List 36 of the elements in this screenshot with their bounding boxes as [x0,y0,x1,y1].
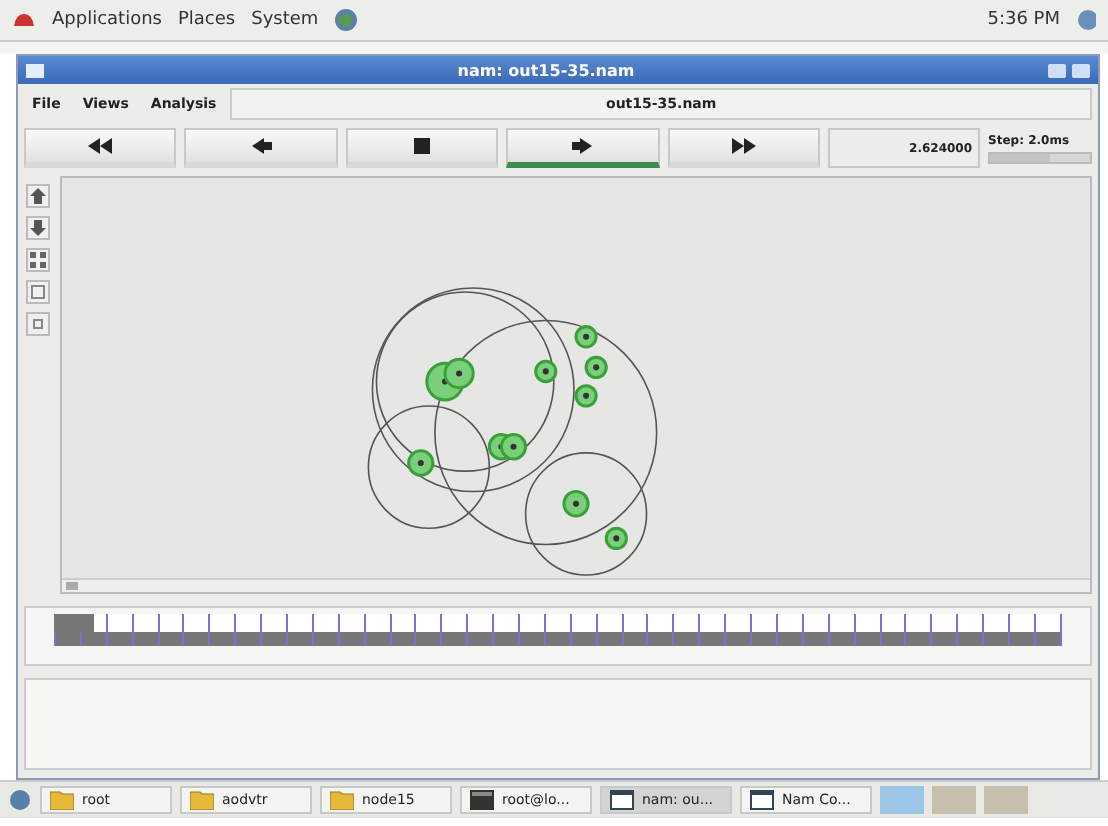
window-menu-icon[interactable] [26,63,44,77]
terminal-icon [470,790,494,810]
playback-button[interactable] [184,128,338,168]
timeline[interactable] [54,614,1062,646]
globe-icon[interactable] [8,788,32,812]
playback-button[interactable] [24,128,177,168]
square-icon[interactable] [26,312,50,336]
maximize-button[interactable] [1072,63,1090,77]
workspace-switcher[interactable] [880,786,924,814]
panel-menu[interactable]: Places [177,10,236,30]
folder-icon [330,790,354,810]
hat-icon[interactable] [12,10,36,30]
window-icon [750,790,774,810]
workspace-switcher[interactable] [932,786,976,814]
workspace-switcher[interactable] [984,786,1028,814]
stop-icon [414,138,431,154]
playback-button[interactable] [667,128,821,168]
window-icon [610,790,634,810]
clock[interactable]: 5:36 PM [987,10,1060,30]
playback-button[interactable] [345,128,499,168]
grid-icon[interactable] [26,248,50,272]
step-back-icon [251,138,272,154]
square-icon[interactable] [26,280,50,304]
step-slider[interactable] [988,151,1093,163]
folder-icon [190,790,214,810]
panel-menu[interactable]: System [251,10,319,30]
folder-icon [50,790,74,810]
panel-menu[interactable]: Applications [52,10,162,30]
play-icon [572,138,593,154]
playback-button[interactable] [506,128,660,168]
minimize-button[interactable] [1048,63,1066,77]
rewind-icon [88,138,113,154]
fast-forward-icon [731,138,756,154]
globe-icon[interactable] [334,8,359,32]
window-title: nam: out15-35.nam [455,61,637,79]
globe-icon[interactable] [1076,8,1096,32]
